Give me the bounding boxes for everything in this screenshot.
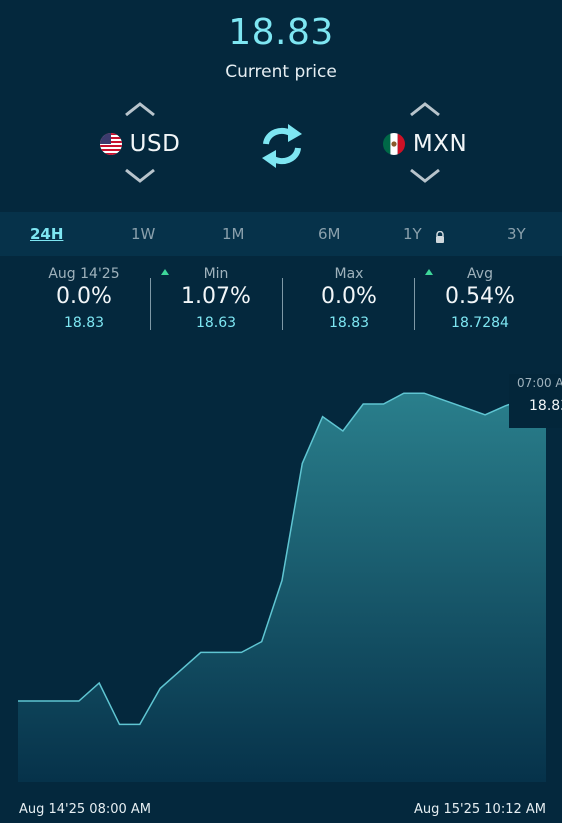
tab-1w[interactable]: 1W — [131, 225, 155, 243]
tab-1m[interactable]: 1M — [222, 225, 245, 243]
stat-value: 18.83 — [63, 315, 105, 331]
stat-percent: 0.54% — [445, 284, 515, 309]
tab-1y[interactable]: 1Y — [403, 225, 422, 243]
from-currency-up-button[interactable] — [80, 100, 200, 122]
x-axis-end-label: Aug 15'25 10:12 AM — [413, 802, 546, 817]
stat-value: 18.7284 — [451, 315, 509, 331]
stat-max: Max 0.0% 18.83 — [284, 266, 414, 331]
to-currency-down-button[interactable] — [365, 166, 485, 188]
to-currency-selector[interactable]: MXN — [365, 100, 485, 190]
stat-percent: 1.07% — [181, 284, 251, 309]
chevron-up-icon — [125, 102, 155, 117]
chart-tooltip: 07:00 A 18.83 — [509, 374, 562, 428]
tab-24h[interactable]: 24H — [30, 225, 63, 243]
stat-min: Min 1.07% 18.63 — [151, 266, 281, 331]
price-area — [18, 393, 546, 782]
tooltip-value: 18.83 — [529, 398, 562, 414]
tab-6m[interactable]: 6M — [318, 225, 341, 243]
stat-value: 18.63 — [195, 315, 237, 331]
to-currency-code: MXN — [412, 131, 468, 157]
stat-start: Aug 14'25 0.0% 18.83 — [19, 266, 149, 331]
current-price-label: Current price — [225, 62, 337, 82]
from-currency-code: USD — [129, 131, 181, 157]
stats-row: Aug 14'25 0.0% 18.83 Min 1.07% 18.63 Max… — [0, 258, 562, 348]
stat-label: Aug 14'25 — [48, 266, 120, 282]
stat-label: Min — [203, 266, 229, 282]
period-tabs: 24H 1W 1M 6M 1Y 3Y — [0, 212, 562, 256]
stat-avg: Avg 0.54% 18.7284 — [415, 266, 545, 331]
price-chart[interactable] — [0, 350, 562, 823]
mx-flag-icon — [382, 133, 405, 155]
us-flag-icon — [99, 133, 122, 155]
divider — [282, 278, 283, 330]
stat-value: 18.83 — [328, 315, 370, 331]
header: 18.83 Current price USD MXN — [0, 0, 562, 212]
x-axis-start-label: Aug 14'25 08:00 AM — [19, 802, 152, 817]
chevron-up-icon — [410, 102, 440, 117]
stat-percent: 0.0% — [56, 284, 112, 309]
swap-currencies-button[interactable] — [258, 122, 306, 170]
stat-percent: 0.0% — [321, 284, 377, 309]
from-currency-down-button[interactable] — [80, 166, 200, 188]
to-currency-up-button[interactable] — [365, 100, 485, 122]
chevron-down-icon — [125, 168, 155, 183]
from-currency-selector[interactable]: USD — [80, 100, 200, 190]
tooltip-time: 07:00 A — [517, 376, 562, 390]
current-price: 18.83 — [228, 12, 334, 53]
stat-label: Avg — [467, 266, 493, 282]
stat-label: Max — [334, 266, 364, 282]
swap-arrows-icon — [262, 124, 302, 168]
tab-3y[interactable]: 3Y — [507, 225, 526, 243]
chevron-down-icon — [410, 168, 440, 183]
lock-icon — [436, 231, 444, 243]
